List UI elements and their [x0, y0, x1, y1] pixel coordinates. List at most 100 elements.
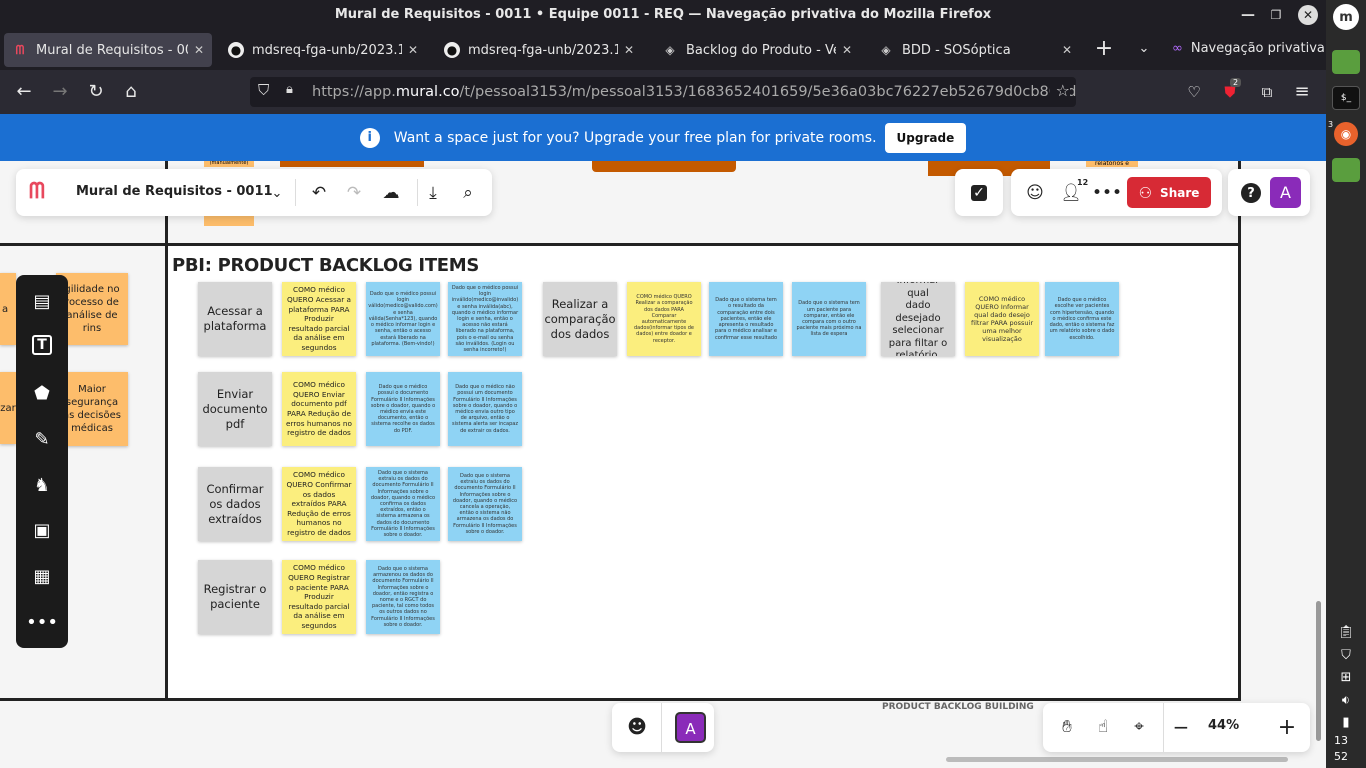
pbi-card[interactable]: Enviar documento pdf	[198, 372, 272, 446]
user-story-note[interactable]: COMO médico QUERO Informar qual dado des…	[965, 282, 1039, 356]
tab-github-req[interactable]: ● mdsreq-fga-unb/2023.1-Re ✕	[220, 33, 426, 67]
user-story-note[interactable]: COMO médico QUERO Enviar documento pdf P…	[282, 372, 356, 446]
comments-icon[interactable]: ☺	[1023, 181, 1047, 205]
files-icon[interactable]	[1332, 50, 1360, 74]
pbi-card[interactable]: Acessar a plataforma	[198, 282, 272, 356]
shapes-icon[interactable]: ⬟	[30, 381, 54, 405]
close-tab-icon[interactable]: ✕	[194, 43, 204, 57]
bdd-note[interactable]: Dado que o médico escolhe ver pacientes …	[1045, 282, 1119, 356]
url-bar[interactable]: ⛉ 🔒︎ https://app. mural.co/t/pessoal3153/…	[250, 77, 1076, 107]
note-text: Dado que o sistema extraiu os dados do d…	[452, 472, 518, 535]
bdd-note[interactable]: Dado que o médico não possui um document…	[448, 372, 522, 446]
menu-icon[interactable]: ≡	[1290, 80, 1314, 104]
mural-canvas[interactable]: (manualmente) relatórios e da tarde PBI:…	[0, 161, 1326, 768]
user-story-note[interactable]: COMO médico QUERO Acessar a plataforma P…	[282, 282, 356, 356]
emoji-icon[interactable]: ☻	[625, 715, 649, 739]
bdd-note[interactable]: Dado que o sistema extraiu os dados do d…	[366, 467, 440, 541]
llama-icon[interactable]: ♞	[30, 473, 54, 497]
undo-icon[interactable]: ↶	[307, 181, 331, 205]
draw-pen-icon[interactable]: ✎	[30, 427, 54, 451]
tab-bdd[interactable]: ◈ BDD - SOSóptica ✕	[870, 33, 1080, 67]
bdd-note[interactable]: Dado que o sistema tem um paciente para …	[792, 282, 866, 356]
text-icon[interactable]: T	[32, 335, 52, 355]
bookmark-star-icon[interactable]: ☆	[1049, 81, 1070, 100]
map-icon[interactable]: ⌖	[1127, 715, 1151, 739]
close-tab-icon[interactable]: ✕	[1062, 43, 1072, 57]
search-icon[interactable]: ⌕	[456, 181, 480, 205]
lock-icon[interactable]: 🔒︎	[286, 82, 293, 97]
close-tab-icon[interactable]: ✕	[842, 43, 852, 57]
vertical-scrollbar[interactable]	[1316, 601, 1321, 741]
user-avatar[interactable]: A	[1270, 177, 1301, 208]
close-window-icon[interactable]: ✕	[1298, 5, 1318, 25]
zoom-level[interactable]: 44%	[1208, 718, 1239, 733]
select-mode-icon[interactable]: ☝︎	[1091, 715, 1115, 739]
pbi-card[interactable]: Confirmar os dados extraídos	[198, 467, 272, 541]
divider	[1163, 703, 1164, 752]
note-text: Dado que o médico possui o documento For…	[370, 384, 436, 434]
user-story-note[interactable]: COMO médico QUERO Realizar a comparação …	[627, 282, 701, 356]
more-tools-icon[interactable]: •••	[26, 610, 58, 634]
help-icon[interactable]: ?	[1241, 183, 1261, 203]
mural-title[interactable]: Mural de Requisitos - 0011	[76, 184, 273, 199]
firefox-icon[interactable]: ◉	[1334, 122, 1358, 146]
mural-logo-icon[interactable]: ᗰ	[29, 179, 59, 205]
tab-github-ve[interactable]: ● mdsreq-fga-unb/2023.1-Ve ✕	[436, 33, 642, 67]
pocket-icon[interactable]: ♡	[1182, 80, 1206, 104]
folder-icon[interactable]	[1332, 158, 1360, 182]
network-icon[interactable]: ⊞	[1332, 665, 1360, 689]
download-icon[interactable]: ⤓	[421, 181, 445, 205]
zoom-out-icon[interactable]: −	[1169, 715, 1193, 739]
volume-icon[interactable]: 🔉︎	[1332, 688, 1360, 712]
pbi-text: Informar qual dado desejado selecionar p…	[888, 282, 948, 356]
pbi-card[interactable]: Registrar o paciente	[198, 560, 272, 634]
clipboard-icon[interactable]: 📋︎	[1332, 620, 1360, 644]
home-icon[interactable]: ⌂	[119, 80, 143, 104]
list-tabs-icon[interactable]: ⌄	[1132, 37, 1156, 61]
user-story-note[interactable]: COMO médico QUERO Confirmar os dados ext…	[282, 467, 356, 541]
share-button[interactable]: ⚇ Share	[1127, 177, 1211, 208]
redo-icon[interactable]: ↷	[342, 181, 366, 205]
tab-mural[interactable]: ᗰ Mural de Requisitos - 0011 ✕	[4, 33, 212, 67]
minimize-icon[interactable]: —	[1238, 5, 1258, 25]
close-tab-icon[interactable]: ✕	[408, 43, 418, 57]
bdd-note[interactable]: Dado que o médico possui o documento For…	[366, 372, 440, 446]
user-avatar-bottom[interactable]: A	[675, 712, 706, 743]
templates-icon[interactable]: ▦	[30, 564, 54, 588]
bdd-note[interactable]: Dado que o sistema armazenou os dados do…	[366, 560, 440, 634]
frame-footer-label: PRODUCT BACKLOG BUILDING	[882, 702, 1034, 712]
tracking-shield-icon[interactable]: ⛉	[258, 81, 269, 99]
sticky-note-icon[interactable]: ▤	[30, 289, 54, 313]
new-tab-icon[interactable]: +	[1092, 37, 1116, 61]
mint-menu-icon[interactable]: m	[1333, 4, 1359, 30]
image-icon[interactable]: ▣	[30, 518, 54, 542]
cloud-saved-icon[interactable]: ☁	[379, 181, 403, 205]
upgrade-button[interactable]: Upgrade	[884, 122, 967, 153]
more-options-icon[interactable]: •••	[1092, 181, 1122, 205]
pbi-card[interactable]: Informar qual dado desejado selecionar p…	[881, 282, 955, 356]
extensions-icon[interactable]: ⧉	[1255, 80, 1279, 104]
chevron-down-icon[interactable]: ⌄	[265, 181, 289, 205]
sticky-note[interactable]: zar	[0, 372, 16, 444]
tab-backlog[interactable]: ◈ Backlog do Produto - Venc ✕	[654, 33, 860, 67]
terminal-icon[interactable]: $_	[1332, 86, 1360, 110]
maximize-icon[interactable]: ❐	[1266, 5, 1286, 25]
pbi-card[interactable]: Realizar a comparação dos dados	[543, 282, 617, 356]
checklist-icon[interactable]: ✓	[971, 185, 987, 201]
back-icon[interactable]: ←	[12, 80, 36, 104]
zoom-in-icon[interactable]: +	[1275, 715, 1299, 740]
user-story-note[interactable]: COMO médico QUERO Registrar o paciente P…	[282, 560, 356, 634]
bdd-note[interactable]: Dado que o médico possui login válido(me…	[366, 282, 440, 356]
reload-icon[interactable]: ↻	[84, 80, 108, 104]
forward-icon[interactable]: →	[48, 80, 72, 104]
shield-icon[interactable]: ⛉	[1332, 643, 1360, 667]
close-tab-icon[interactable]: ✕	[624, 43, 634, 57]
hand-pan-icon[interactable]: ✋︎	[1055, 715, 1079, 739]
bdd-note[interactable]: Dado que o sistema tem o resultado da co…	[709, 282, 783, 356]
bdd-note[interactable]: Dado que o médico possui login inválido(…	[448, 282, 522, 356]
private-label: Navegação privativa	[1190, 41, 1325, 56]
bdd-note[interactable]: Dado que o sistema extraiu os dados do d…	[448, 467, 522, 541]
sticky-note[interactable]: a	[0, 273, 16, 345]
battery-icon[interactable]: ▮	[1332, 710, 1360, 734]
horizontal-scrollbar[interactable]	[946, 757, 1288, 762]
